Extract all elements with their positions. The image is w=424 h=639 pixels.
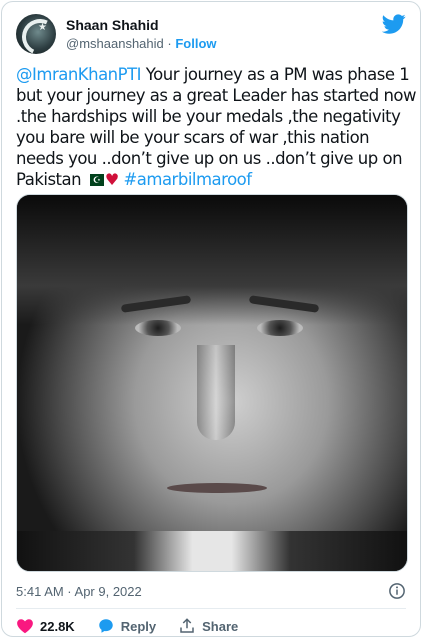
photo-hair-shape <box>17 195 407 325</box>
red-heart-icon: ♥ <box>104 170 119 189</box>
tweet-photo[interactable] <box>16 194 408 572</box>
avatar[interactable]: ★ <box>16 14 56 54</box>
tweet-timestamp[interactable]: 5:41 AM · Apr 9, 2022 <box>16 584 142 599</box>
twitter-bird-icon[interactable] <box>382 12 406 36</box>
reply-bubble-icon <box>98 619 113 633</box>
heart-icon <box>17 619 33 634</box>
photo-mouth-shape <box>167 483 267 493</box>
reply-label: Reply <box>120 618 157 634</box>
share-button[interactable]: Share <box>178 617 238 635</box>
hashtag-link[interactable]: #amarbilmaroof <box>123 170 252 189</box>
handle-row: @mshaanshahid · Follow <box>66 36 217 51</box>
divider <box>16 608 406 609</box>
follow-button[interactable]: Follow <box>175 36 216 51</box>
share-label: Share <box>202 618 239 634</box>
reply-button[interactable]: Reply <box>97 617 156 635</box>
separator-dot: · <box>167 36 172 51</box>
like-count: 22.8K <box>40 618 75 634</box>
tweet-header: ★ Shaan Shahid @mshaanshahid · Follow <box>16 12 406 56</box>
crescent-icon <box>16 14 56 54</box>
photo-nose-shape <box>197 345 235 440</box>
tweet-card: ★ Shaan Shahid @mshaanshahid · Follow @I… <box>1 1 421 637</box>
star-icon: ★ <box>38 22 47 33</box>
author-name[interactable]: Shaan Shahid <box>66 17 159 33</box>
photo-eye-left <box>135 320 181 336</box>
share-icon <box>180 618 194 633</box>
author-handle[interactable]: @mshaanshahid <box>66 36 164 51</box>
info-icon[interactable] <box>388 582 406 600</box>
photo-eye-right <box>257 320 303 336</box>
pakistan-flag-icon <box>85 171 104 192</box>
like-button[interactable]: 22.8K <box>16 617 75 635</box>
tweet-text: @ImranKhanPTI Your journey as a PM was p… <box>16 64 417 192</box>
action-bar: 22.8K Reply Share <box>16 616 260 636</box>
photo-shirt-shape <box>17 531 407 571</box>
mention-link[interactable]: @ImranKhanPTI <box>16 65 142 84</box>
